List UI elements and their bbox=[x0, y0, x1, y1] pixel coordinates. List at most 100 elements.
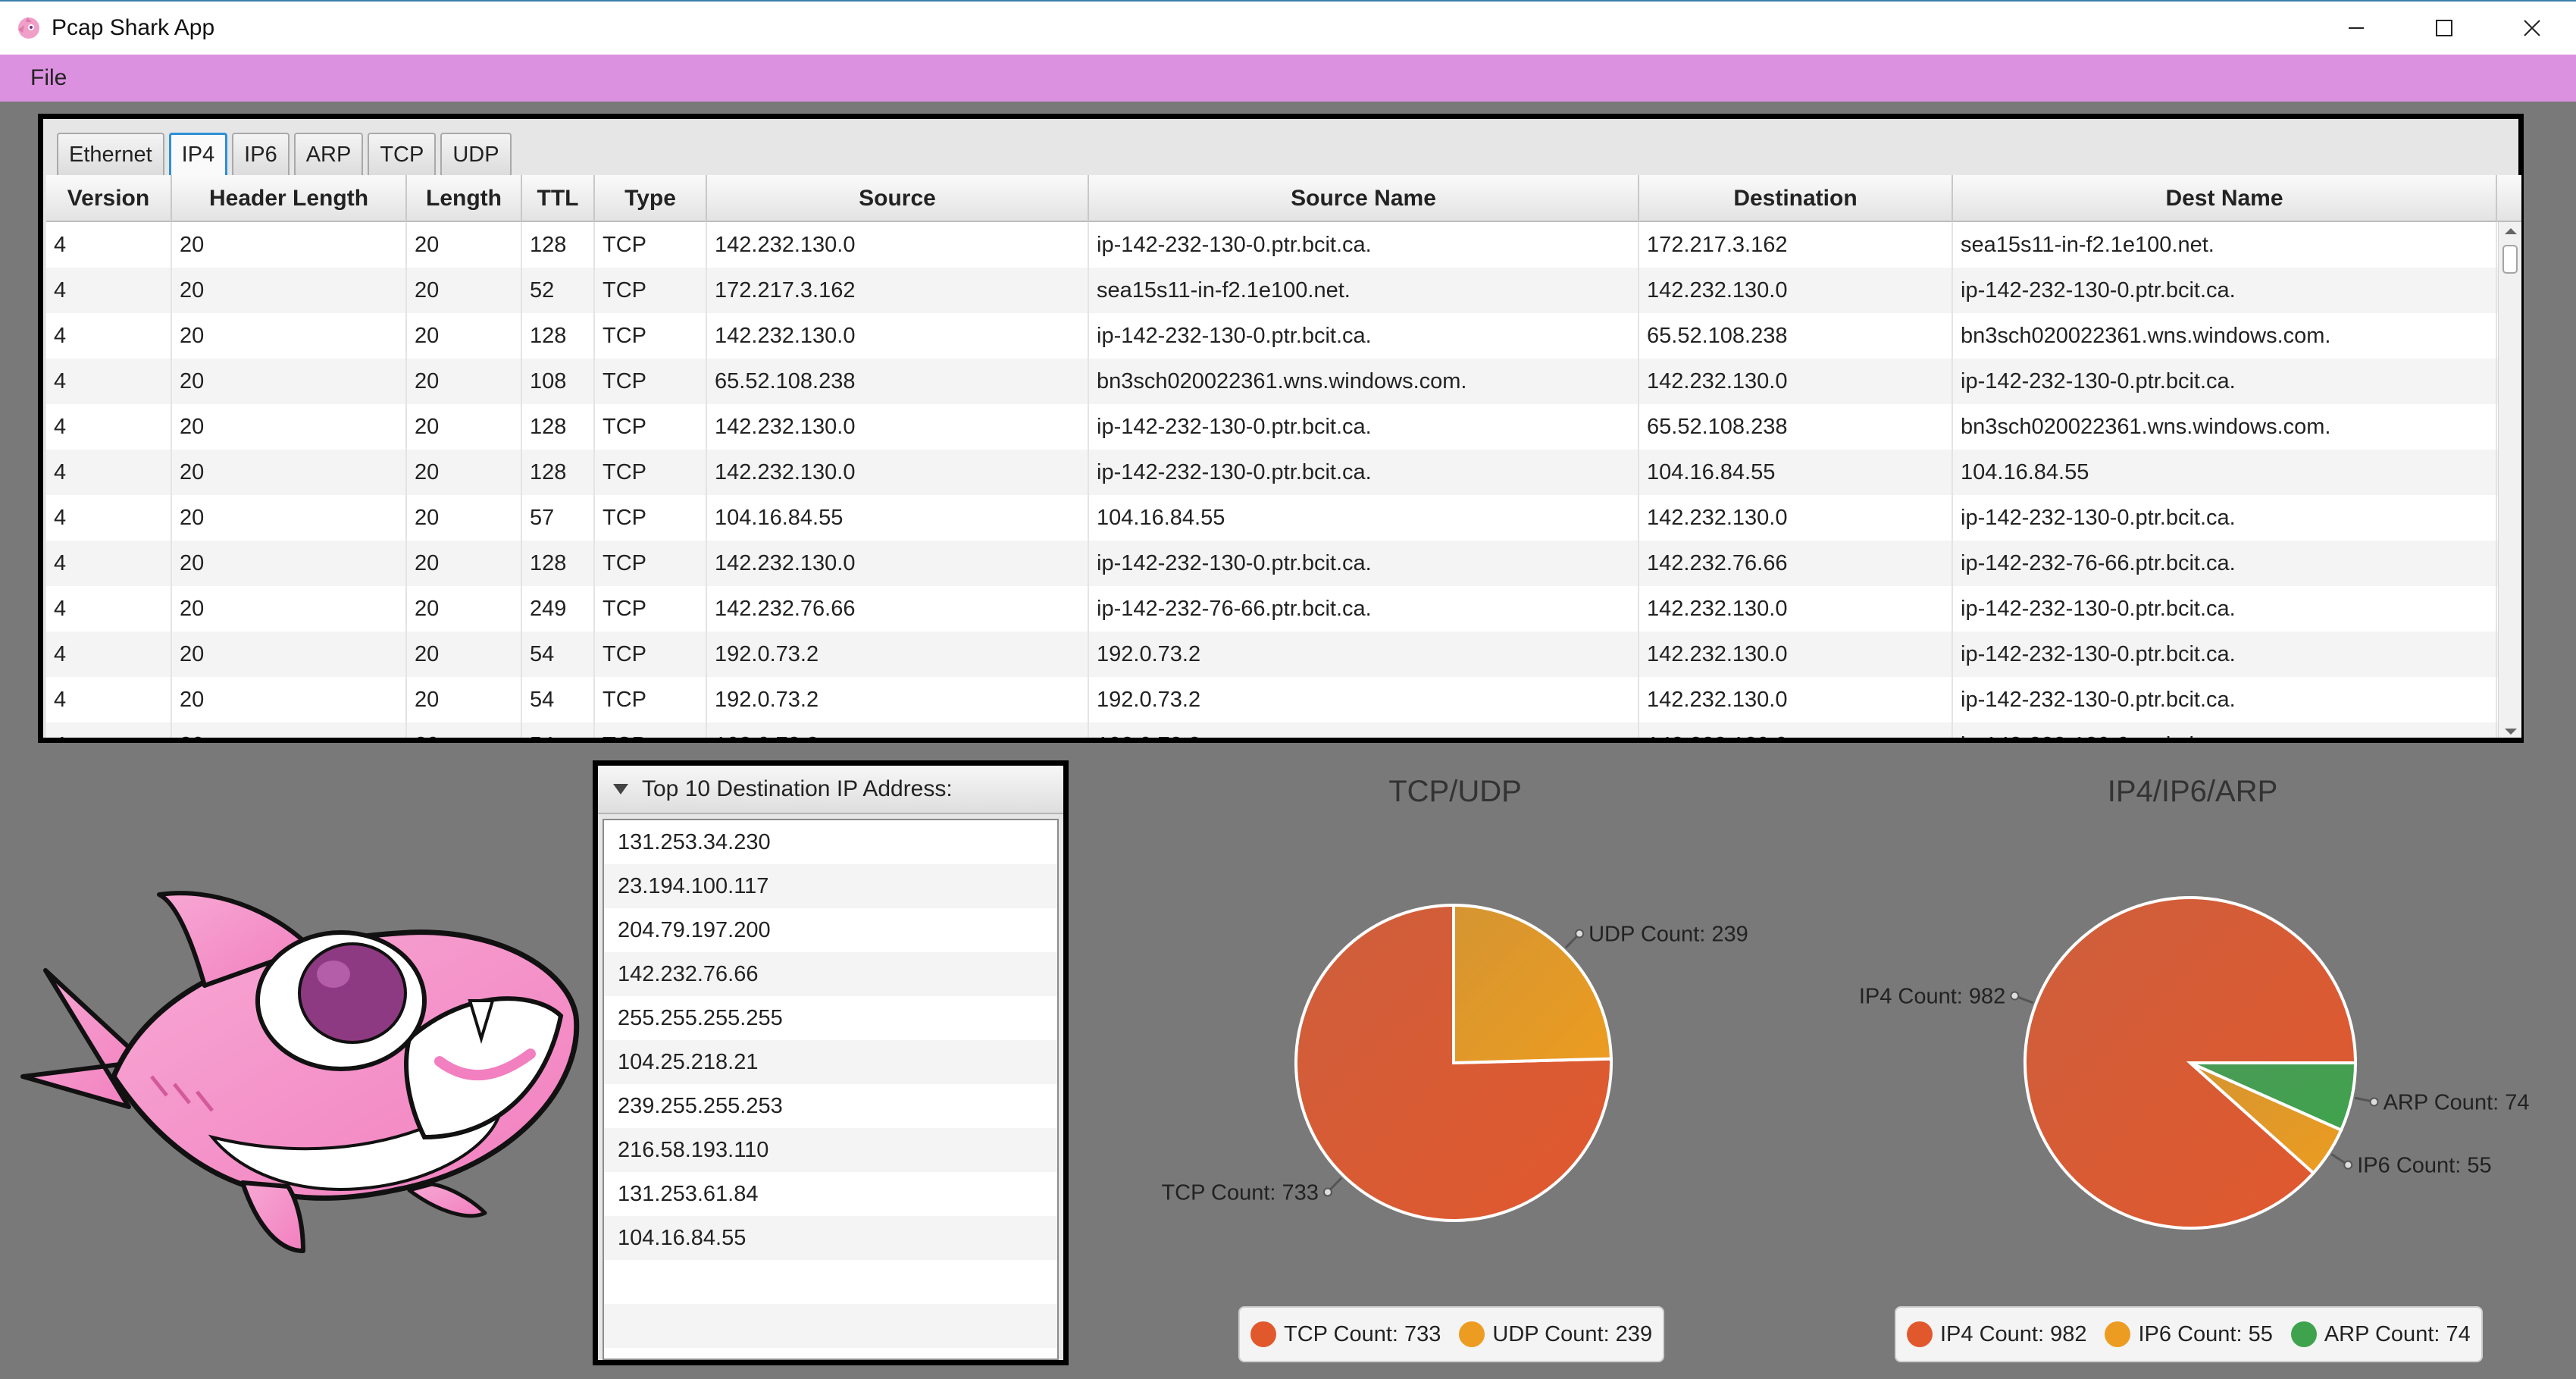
scroll-thumb[interactable] bbox=[2502, 245, 2518, 274]
table-cell: ip-142-232-130-0.ptr.bcit.ca. bbox=[1089, 313, 1639, 359]
table-cell: ip-142-232-76-66.ptr.bcit.ca. bbox=[1953, 541, 2497, 586]
table-row[interactable]: 4 20 20 57 TCP 104.16.84.55 104.16.84.55 142.23… bbox=[46, 495, 2498, 541]
table-cell: 142.232.76.66 bbox=[1639, 541, 1953, 586]
table-cell: 20 bbox=[407, 722, 522, 738]
legend-swatch-icon bbox=[2105, 1321, 2131, 1347]
pie-label-ip6: IP6 Count: 55 bbox=[2357, 1154, 2491, 1178]
legend-item-ip6: IP6 Count: 55 bbox=[2105, 1321, 2273, 1347]
table-vertical-scrollbar[interactable] bbox=[2498, 222, 2521, 738]
column-header-length[interactable]: Length bbox=[407, 175, 522, 222]
column-header-dest-name[interactable]: Dest Name bbox=[1953, 175, 2497, 222]
table-cell: bn3sch020022361.wns.windows.com. bbox=[1953, 313, 2497, 359]
column-header-header-length[interactable]: Header Length bbox=[172, 175, 407, 222]
legend-swatch-icon bbox=[1459, 1321, 1485, 1347]
table-row[interactable]: 4 20 20 249 TCP 142.232.76.66 ip-142-232-76-66… bbox=[46, 586, 2498, 632]
table-cell: 142.232.130.0 bbox=[1639, 359, 1953, 404]
table-cell: 20 bbox=[407, 450, 522, 495]
pie-chart-ip4-ip6-arp: IP4 Count: 982 IP6 Count: 55 ARP Count: 74 bbox=[1859, 896, 2530, 1230]
table-row[interactable]: 4202054TCP192.0.73.2192.0.73.2142.232.13… bbox=[46, 677, 2498, 722]
table-cell: 4 bbox=[46, 586, 172, 632]
table-row[interactable]: 4 20 20 128 TCP 142.232.130.0 ip-142-232-130-0… bbox=[46, 541, 2498, 586]
list-item[interactable]: 255.255.255.255 bbox=[604, 996, 1057, 1040]
table-cell: 4 bbox=[46, 359, 172, 404]
table-cell: 142.232.130.0 bbox=[1639, 722, 1953, 738]
table-cell: ip-142-232-76-66.ptr.bcit.ca. bbox=[1089, 586, 1639, 632]
chart-title-tcp-udp: TCP/UDP bbox=[1388, 775, 1522, 808]
top10-list[interactable]: 131.253.34.230 23.194.100.117 204.79.197.2… bbox=[603, 819, 1059, 1360]
protocol-tab-pane: Ethernet IP4 IP6 ARP TCP UDP Version Header Le… bbox=[38, 114, 2524, 743]
list-item[interactable]: 131.253.34.230 bbox=[604, 820, 1057, 864]
list-item[interactable]: 23.194.100.117 bbox=[604, 864, 1057, 908]
column-header-ttl[interactable]: TTL bbox=[522, 175, 595, 222]
tab-ethernet[interactable]: Ethernet bbox=[57, 133, 164, 175]
table-row[interactable]: 4202054TCP192.0.73.2192.0.73.2142.232.13… bbox=[46, 722, 2498, 738]
list-item-empty bbox=[604, 1304, 1057, 1348]
table-cell: ip-142-232-130-0.ptr.bcit.ca. bbox=[1089, 404, 1639, 450]
top10-header[interactable]: Top 10 Destination IP Address: bbox=[598, 766, 1063, 814]
table-cell: 192.0.73.2 bbox=[1089, 677, 1639, 722]
list-item[interactable]: 104.25.218.21 bbox=[604, 1040, 1057, 1084]
menu-file[interactable]: File bbox=[30, 65, 67, 91]
table-cell: 20 bbox=[407, 222, 522, 268]
legend-swatch-icon bbox=[1250, 1321, 1276, 1347]
table-row[interactable]: 4 20 20 128 TCP 142.232.130.0 ip-142-232-130-0… bbox=[46, 222, 2498, 268]
legend-label: ARP Count: 74 bbox=[2324, 1321, 2471, 1346]
table-cell: 20 bbox=[407, 313, 522, 359]
list-item[interactable]: 239.255.255.253 bbox=[604, 1084, 1057, 1128]
table-cell: 104.16.84.55 bbox=[707, 495, 1089, 541]
list-item[interactable]: 131.253.61.84 bbox=[604, 1172, 1057, 1216]
table-cell: 20 bbox=[407, 359, 522, 404]
list-item[interactable]: 216.58.193.110 bbox=[604, 1128, 1057, 1172]
minimize-button[interactable] bbox=[2312, 2, 2400, 55]
pie-label-tcp: TCP Count: 733 bbox=[1161, 1180, 1318, 1205]
table-cell: 20 bbox=[407, 495, 522, 541]
table-cell: 54 bbox=[522, 632, 595, 677]
pie-label-dot bbox=[2343, 1160, 2353, 1170]
legend-label: UDP Count: 239 bbox=[1492, 1321, 1653, 1346]
collapse-triangle-icon[interactable] bbox=[613, 784, 628, 794]
table-row[interactable]: 4 20 20 128 TCP 142.232.130.0 ip-142-232-130-0… bbox=[46, 313, 2498, 359]
close-button[interactable] bbox=[2488, 2, 2576, 55]
pie-slice-udp[interactable] bbox=[1452, 903, 1613, 1065]
table-cell: 172.217.3.162 bbox=[707, 268, 1089, 313]
list-item[interactable]: 104.16.84.55 bbox=[604, 1216, 1057, 1260]
legend-item-tcp: TCP Count: 733 bbox=[1250, 1321, 1441, 1347]
tab-udp[interactable]: UDP bbox=[440, 133, 512, 175]
list-item[interactable]: 142.232.76.66 bbox=[604, 952, 1057, 996]
pie-label-dot bbox=[1575, 929, 1585, 939]
table-row[interactable]: 4 20 20 52 TCP 172.217.3.162 sea15s11-in-f2.1e… bbox=[46, 268, 2498, 313]
tab-arp[interactable]: ARP bbox=[293, 133, 364, 175]
title-bar: Pcap Shark App bbox=[0, 0, 2576, 55]
pie-chart-tcp-udp: TCP Count: 733 UDP Count: 239 bbox=[1161, 903, 1748, 1222]
list-item[interactable]: 204.79.197.200 bbox=[604, 908, 1057, 952]
tab-ip6[interactable]: IP6 bbox=[232, 133, 290, 175]
pie-label-dot bbox=[1322, 1187, 1332, 1197]
legend-tcp-udp: TCP Count: 733 UDP Count: 239 bbox=[1238, 1306, 1665, 1362]
table-cell: 20 bbox=[172, 359, 407, 404]
table-cell: 142.232.130.0 bbox=[1639, 495, 1953, 541]
scroll-up-icon[interactable] bbox=[2505, 228, 2517, 234]
table-cell: TCP bbox=[595, 222, 707, 268]
column-header-destination[interactable]: Destination bbox=[1639, 175, 1953, 222]
table-row[interactable]: 4 20 20 128 TCP 142.232.130.0 ip-142-232-130-0… bbox=[46, 404, 2498, 450]
maximize-button[interactable] bbox=[2400, 2, 2488, 55]
tab-ip4[interactable]: IP4 bbox=[168, 133, 228, 175]
column-header-source-name[interactable]: Source Name bbox=[1089, 175, 1639, 222]
table-row[interactable]: 4 20 20 128 TCP 142.232.130.0 ip-142-232-130-0… bbox=[46, 450, 2498, 495]
column-header-version[interactable]: Version bbox=[46, 175, 172, 222]
table-row[interactable]: 4 20 20 108 TCP 65.52.108.238 bn3sch020022361.… bbox=[46, 359, 2498, 404]
menu-bar: File bbox=[0, 55, 2576, 102]
table-cell: bn3sch020022361.wns.windows.com. bbox=[1953, 404, 2497, 450]
table-cell: 142.232.130.0 bbox=[1639, 677, 1953, 722]
table-cell: 20 bbox=[172, 632, 407, 677]
tab-tcp[interactable]: TCP bbox=[368, 133, 437, 175]
pie-label-ip4: IP4 Count: 982 bbox=[1859, 985, 2005, 1009]
column-header-source[interactable]: Source bbox=[707, 175, 1089, 222]
scroll-down-icon[interactable] bbox=[2505, 729, 2517, 735]
table-cell: TCP bbox=[595, 586, 707, 632]
column-header-type[interactable]: Type bbox=[595, 175, 707, 222]
table-cell: 4 bbox=[46, 677, 172, 722]
legend-label: TCP Count: 733 bbox=[1284, 1321, 1441, 1346]
table-row[interactable]: 4202054TCP192.0.73.2192.0.73.2142.232.13… bbox=[46, 632, 2498, 677]
shark-mascot-image bbox=[20, 891, 580, 1253]
